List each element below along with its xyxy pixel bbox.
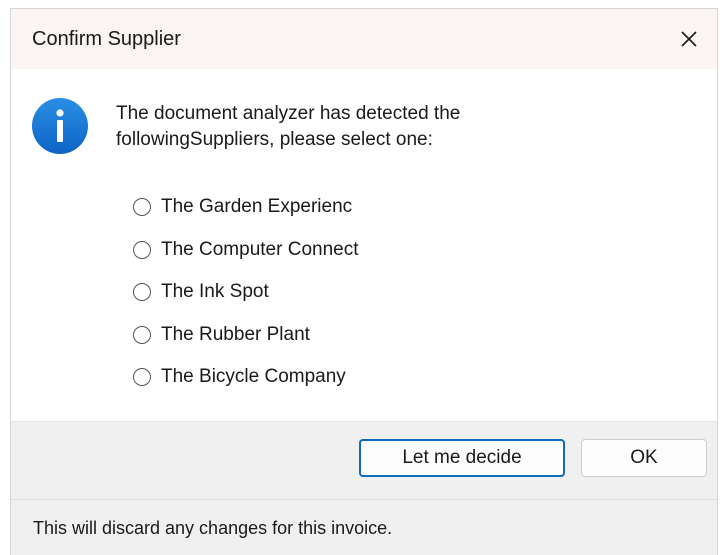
message-text: The document analyzer has detected the f… — [116, 101, 676, 153]
supplier-option[interactable]: The Bicycle Company — [133, 356, 359, 399]
footer-warning-text: This will discard any changes for this i… — [33, 518, 393, 538]
supplier-option-label: The Computer Connect — [161, 238, 359, 260]
message-line-2: followingSuppliers, please select one: — [116, 129, 433, 150]
button-bar: Let me decide OK — [11, 421, 717, 499]
close-icon — [681, 31, 697, 47]
footer: This will discard any changes for this i… — [11, 499, 717, 555]
radio-button[interactable] — [133, 283, 151, 302]
radio-button[interactable] — [133, 368, 151, 387]
supplier-radio-group: The Garden Experienc The Computer Connec… — [133, 186, 359, 399]
supplier-option[interactable]: The Rubber Plant — [133, 314, 359, 357]
dialog-content: The document analyzer has detected the f… — [11, 69, 717, 421]
supplier-option-label: The Garden Experienc — [161, 196, 353, 218]
confirm-supplier-dialog: Confirm Supplier The document analyzer h… — [10, 8, 718, 555]
dialog-title: Confirm Supplier — [32, 28, 181, 50]
supplier-option-label: The Rubber Plant — [161, 323, 310, 345]
let-me-decide-button[interactable]: Let me decide — [359, 439, 565, 477]
radio-button[interactable] — [133, 240, 151, 259]
ok-button[interactable]: OK — [581, 439, 707, 477]
radio-button[interactable] — [133, 198, 151, 217]
supplier-option-label: The Ink Spot — [161, 281, 269, 303]
title-bar: Confirm Supplier — [11, 9, 717, 69]
message-line-1: The document analyzer has detected the — [116, 103, 461, 124]
info-icon — [32, 98, 88, 154]
supplier-option[interactable]: The Garden Experienc — [133, 186, 359, 229]
close-button[interactable] — [661, 9, 717, 69]
supplier-option[interactable]: The Computer Connect — [133, 229, 359, 272]
supplier-option[interactable]: The Ink Spot — [133, 271, 359, 314]
supplier-option-label: The Bicycle Company — [161, 366, 346, 388]
radio-button[interactable] — [133, 325, 151, 344]
